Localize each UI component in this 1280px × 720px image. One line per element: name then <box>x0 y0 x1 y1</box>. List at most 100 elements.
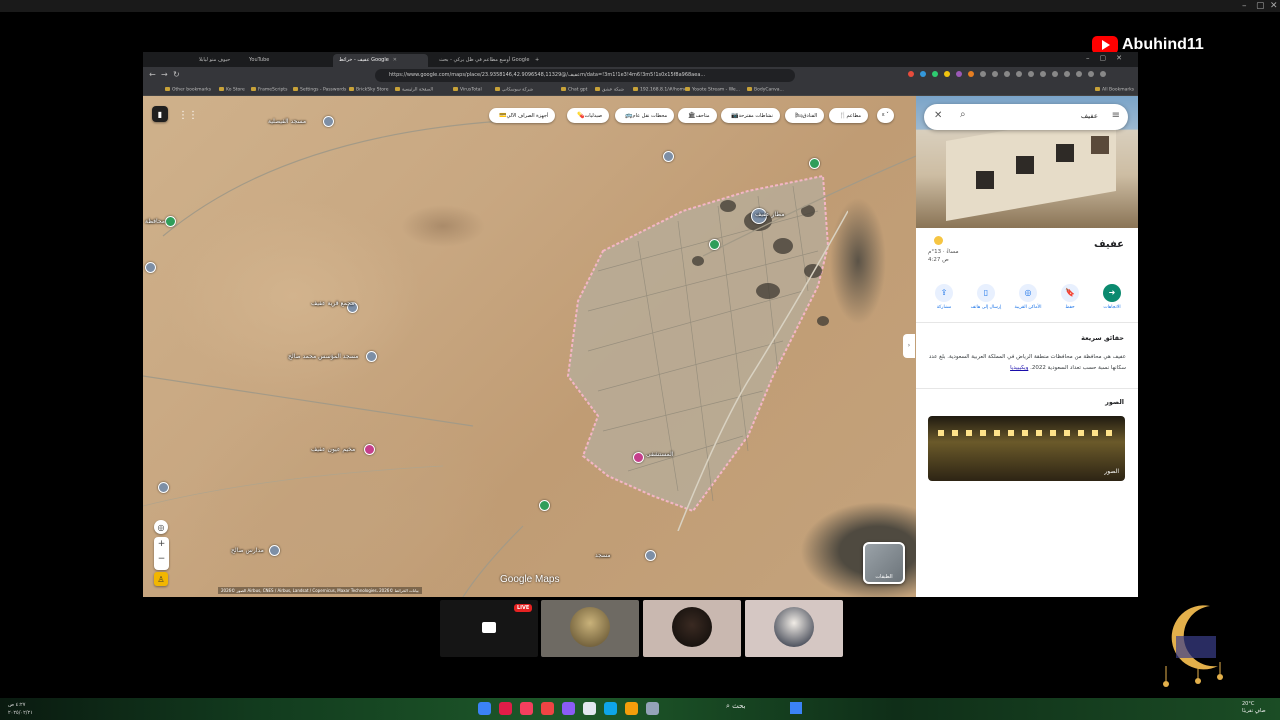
my-location-icon[interactable]: ◎ <box>154 520 168 534</box>
url-bar[interactable]: https://www.google.com/maps/place/عفيف/@… <box>375 69 795 82</box>
chip-atm[interactable]: 💳أجهزة الصراف الآلي <box>489 108 556 123</box>
poi-label[interactable]: مطار عفيف <box>755 211 784 218</box>
brave-icon[interactable] <box>541 702 554 715</box>
bookmark[interactable]: FrameScripts <box>251 87 287 93</box>
share-button[interactable]: ⇪ مشاركة <box>928 284 960 310</box>
phone-icon: ▯ <box>977 284 995 302</box>
tab-close-icon[interactable]: ✕ <box>393 57 397 63</box>
app-icon[interactable] <box>520 702 533 715</box>
poi-marker[interactable] <box>633 452 644 463</box>
street-view-icon[interactable]: ▮ <box>152 106 168 122</box>
photos-title: الصور <box>1105 398 1124 406</box>
bookmark[interactable]: VirusTotal <box>453 87 482 93</box>
app-icon[interactable] <box>583 702 596 715</box>
chip-hotels[interactable]: 🛏الفنادق <box>785 108 825 123</box>
bookmark[interactable]: شبكة عشق <box>595 87 624 93</box>
satellite-map[interactable]: 💳أجهزة الصراف الآلي 💊صيدليات 🚌محطات نقل … <box>143 96 916 597</box>
participant-tile[interactable] <box>643 600 741 657</box>
tab-google-search[interactable]: أوسع مطاعم في ظل يركي - بحث Google✕ <box>433 54 533 67</box>
pegman-icon[interactable]: ♙ <box>154 572 168 586</box>
maximize-icon[interactable]: ▢ <box>1256 0 1265 12</box>
participant-tile[interactable] <box>745 600 843 657</box>
bookmark[interactable]: Ko Store <box>219 87 245 93</box>
menu-icon[interactable]: ≡ <box>1112 110 1120 121</box>
search-icon[interactable]: ⌕ <box>960 109 966 120</box>
tab-youtube[interactable]: YouTube <box>243 54 303 67</box>
poi-marker[interactable] <box>364 444 375 455</box>
poi-label[interactable]: مسجد <box>595 552 611 559</box>
zoom-out-button[interactable]: − <box>154 552 169 567</box>
clock[interactable]: ٤:٢٧ ص ٢٠٢٥/٠٢/٢١ <box>8 701 33 717</box>
poi-marker[interactable] <box>145 262 156 273</box>
bookmark[interactable]: BrickSky Store <box>349 87 389 93</box>
bookmark[interactable]: BodyCanva... <box>747 87 784 93</box>
bookmark[interactable]: Other bookmarks <box>165 87 211 93</box>
poi-marker[interactable] <box>539 500 550 511</box>
bookmark[interactable]: Chat gpt <box>561 87 587 93</box>
poi-label[interactable]: مسجد المؤسس محمد صالح <box>288 353 358 360</box>
bookmark[interactable]: Settings - Passwords <box>293 87 346 93</box>
tab-bar: حيوف منو ليابلا YouTube عفيف - خرائط Goo… <box>143 52 1138 67</box>
chip-transit[interactable]: 🚌محطات نقل عام <box>615 108 675 123</box>
poi-marker[interactable] <box>645 550 656 561</box>
poi-label[interactable]: المستشفى <box>646 451 674 458</box>
steam-icon[interactable] <box>478 702 491 715</box>
poi-marker[interactable] <box>323 116 334 127</box>
participant-tile[interactable]: LIVE <box>440 600 538 657</box>
avatar <box>570 607 610 647</box>
send-to-phone-button[interactable]: ▯ إرسال إلى هاتف <box>970 284 1002 310</box>
app-icon[interactable] <box>646 702 659 715</box>
photos-thumbnail[interactable]: الصور <box>928 416 1125 481</box>
save-button[interactable]: 🔖 حفظ <box>1054 284 1086 310</box>
layers-button[interactable]: الطبقات <box>863 542 905 584</box>
back-icon[interactable]: ← <box>149 70 156 79</box>
poi-marker[interactable] <box>663 151 674 162</box>
chip-things-to-do[interactable]: 📷نشاطات مقترحة <box>721 108 780 123</box>
collapse-panel-button[interactable]: › <box>903 334 915 358</box>
poi-marker[interactable] <box>158 482 169 493</box>
zoom-in-button[interactable]: + <box>154 537 169 552</box>
poi-label[interactable]: محافظة <box>145 218 165 225</box>
app-icon[interactable] <box>499 702 512 715</box>
window-controls[interactable]: –▢✕ <box>1086 54 1132 62</box>
reload-icon[interactable]: ↻ <box>173 70 180 79</box>
bookmark[interactable]: Yosote Stream - We... <box>685 87 740 93</box>
minimize-icon[interactable]: – <box>1242 0 1247 12</box>
clear-search-icon[interactable]: ✕ <box>934 110 942 121</box>
forward-icon[interactable]: → <box>161 70 168 79</box>
close-icon[interactable]: ✕ <box>1270 0 1278 12</box>
chip-pharmacies[interactable]: 💊صيدليات <box>567 108 610 123</box>
nearby-button[interactable]: ◎ الأماكن القريبة <box>1012 284 1044 310</box>
participant-tile[interactable] <box>541 600 639 657</box>
poi-marker[interactable] <box>366 351 377 362</box>
explorer-icon[interactable] <box>625 702 638 715</box>
tab-google-maps[interactable]: عفيف - خرائط Google ✕ <box>333 54 428 67</box>
windows-start-icon[interactable] <box>790 702 802 714</box>
chip-museums[interactable]: 🏛متاحف <box>678 108 717 123</box>
poi-marker[interactable] <box>269 545 280 556</box>
poi-label[interactable]: مدارس صالح <box>231 547 264 554</box>
poi-marker[interactable] <box>809 158 820 169</box>
bookmark[interactable]: All Bookmarks <box>1095 87 1134 93</box>
apps-grid-icon[interactable]: ⋮⋮ <box>178 108 198 122</box>
extension-icons[interactable] <box>908 71 1106 77</box>
poi-label[interactable]: مجمع قرية عفيف <box>311 300 354 307</box>
edge-icon[interactable] <box>604 702 617 715</box>
discord-icon[interactable] <box>562 702 575 715</box>
wikipedia-link[interactable]: ويكيبيديا <box>1010 365 1028 371</box>
poi-label[interactable]: مسجد الفيصلية <box>268 118 306 125</box>
bookmark-icon: 🔖 <box>1061 284 1079 302</box>
bookmark[interactable]: 192.168.8.1/#/home <box>633 87 687 93</box>
poi-marker[interactable] <box>709 239 720 250</box>
search-input[interactable]: عفيف <box>1081 112 1098 120</box>
chip-more-icon[interactable]: ε ˅ <box>877 108 894 123</box>
bookmark[interactable]: شركة سوسكاني <box>495 87 533 93</box>
new-tab-button[interactable]: + <box>529 54 545 67</box>
weather-widget[interactable]: 20°C صافٍ تقريبًا <box>1242 701 1266 715</box>
poi-label[interactable]: مخيم عيون عفيف <box>311 446 355 453</box>
bookmark[interactable]: الصفحة الرئيسية <box>395 87 433 93</box>
taskbar-search[interactable]: ⌕ بحث <box>726 702 746 711</box>
poi-marker[interactable] <box>165 216 176 227</box>
chip-restaurants[interactable]: 🍴مطاعم <box>829 108 869 123</box>
directions-button[interactable]: ➜ الاتجاهات <box>1096 284 1128 310</box>
